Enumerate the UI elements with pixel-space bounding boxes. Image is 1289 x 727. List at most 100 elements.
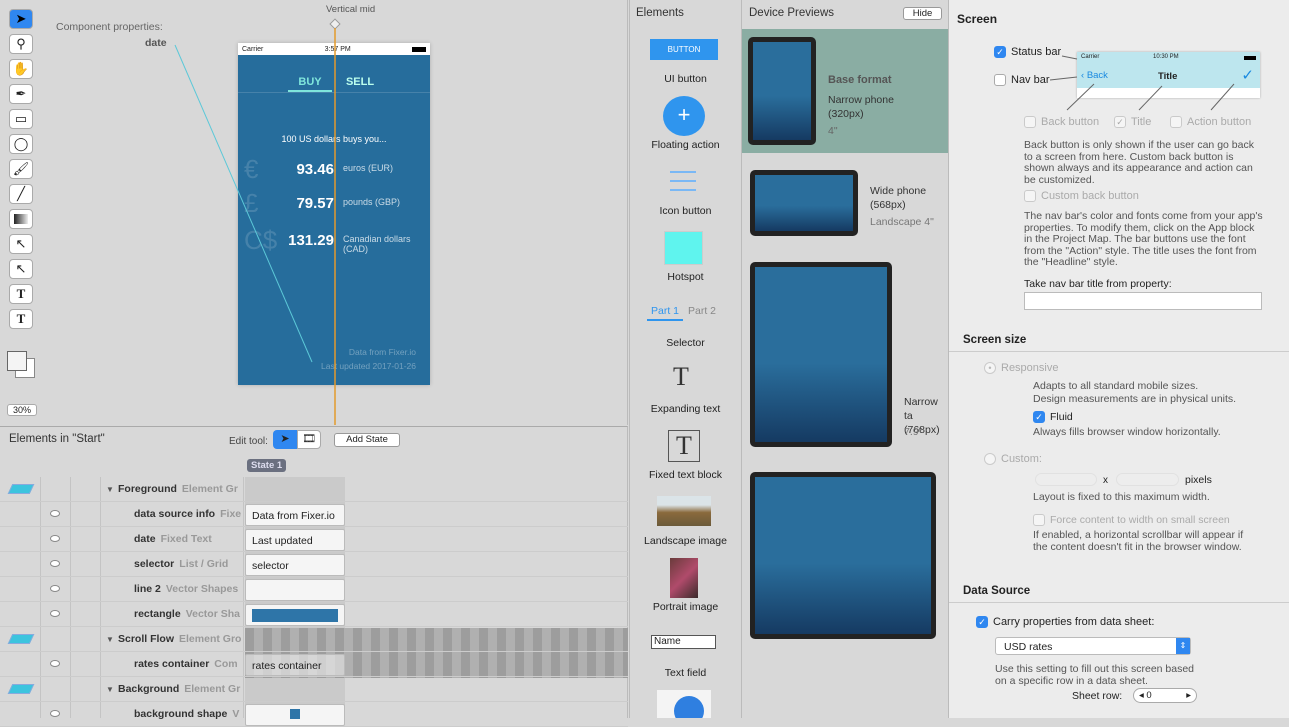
- custom-label: Custom:: [1001, 453, 1042, 465]
- state-cell[interactable]: selector: [245, 554, 345, 576]
- custom-radio[interactable]: Custom:: [984, 453, 1042, 466]
- element-type: Com: [214, 658, 238, 670]
- floating-action-icon[interactable]: +: [663, 96, 705, 136]
- web-icon[interactable]: [657, 690, 711, 718]
- state-cell[interactable]: Last updated: [245, 529, 345, 551]
- ui-button-label[interactable]: UI button: [630, 73, 741, 85]
- hamburger-icon[interactable]: [670, 171, 696, 191]
- state-cell[interactable]: [245, 579, 345, 601]
- sheet-row-stepper[interactable]: ◂ 0 ▸: [1133, 688, 1197, 703]
- elements-library: Elements BUTTON UI button + Floating act…: [629, 0, 740, 718]
- carry-properties-checkbox[interactable]: ✓ Carry properties from data sheet:: [976, 616, 1154, 629]
- data-source-heading: Data Source: [963, 585, 1031, 597]
- icon-button-label[interactable]: Icon button: [630, 205, 741, 217]
- custom-back-checkbox[interactable]: Custom back button: [1024, 190, 1139, 203]
- title-prop-input[interactable]: [1024, 292, 1262, 310]
- selector-part2[interactable]: Part 2: [688, 305, 716, 317]
- fixed-text-icon[interactable]: T: [668, 430, 700, 462]
- state-cell[interactable]: Data from Fixer.io: [245, 504, 345, 526]
- custom-height-stepper[interactable]: [1116, 473, 1179, 486]
- state-cell[interactable]: [245, 704, 345, 726]
- back-button-label: Back button: [1041, 116, 1100, 128]
- edit-tool-select-button[interactable]: ➤: [273, 430, 297, 449]
- add-state-button[interactable]: Add State: [334, 433, 400, 447]
- edit-tool-label: Edit tool:: [229, 436, 268, 447]
- fluid-checkbox[interactable]: ✓ Fluid: [1033, 411, 1073, 424]
- expanding-text-label[interactable]: Expanding text: [630, 403, 741, 415]
- state-badge[interactable]: State 1: [247, 459, 287, 472]
- action-button-checkbox[interactable]: Action button: [1170, 116, 1252, 129]
- element-name: rectangle Vector Sha: [134, 608, 240, 620]
- divider: [949, 351, 1289, 352]
- element-name: data source info Fixe: [134, 508, 241, 520]
- layer-group-icon: [7, 684, 35, 694]
- selector-part1[interactable]: Part 1: [647, 305, 684, 321]
- visibility-eye-icon[interactable]: [50, 660, 60, 667]
- floating-action-label[interactable]: Floating action: [630, 139, 741, 151]
- visibility-eye-icon[interactable]: [50, 510, 60, 517]
- selector-label[interactable]: Selector: [630, 337, 741, 349]
- portrait-image-thumbnail[interactable]: [670, 558, 698, 598]
- element-row[interactable]: selector List / Grid selector: [0, 552, 628, 577]
- landscape-image-label[interactable]: Landscape image: [630, 535, 741, 547]
- device-previews-panel: Device Previews Hide Base format Narrow …: [741, 0, 949, 718]
- element-row[interactable]: ▼ Scroll Flow Element Gro: [0, 627, 628, 652]
- device-name: Wide phone (568px): [870, 185, 927, 211]
- visibility-eye-icon[interactable]: [50, 610, 60, 617]
- custom-width-stepper[interactable]: [1035, 473, 1097, 486]
- element-row[interactable]: data source info Fixe Data from Fixer.io: [0, 502, 628, 527]
- ui-button-preview[interactable]: BUTTON: [650, 39, 718, 60]
- text-field-label[interactable]: Text field: [630, 667, 741, 679]
- responsive-radio[interactable]: • Responsive: [984, 362, 1059, 375]
- device-thumbnail[interactable]: [748, 37, 816, 145]
- element-row[interactable]: line 2 Vector Shapes: [0, 577, 628, 602]
- element-row[interactable]: background shape V: [0, 702, 628, 727]
- state-cell[interactable]: rates container: [245, 654, 345, 676]
- force-width-checkbox[interactable]: Force content to width on small screen: [1033, 514, 1230, 527]
- device-thumbnail[interactable]: [750, 262, 892, 447]
- visibility-eye-icon[interactable]: [50, 560, 60, 567]
- canvas[interactable]: ➤ ⚲ ✋ ✒ ▭ ◯ 🖌 ╱ ↖ ↖ T T 30% Component pr…: [0, 0, 628, 425]
- expanding-text-icon[interactable]: T: [673, 362, 689, 392]
- device-size: 4": [828, 125, 838, 137]
- disclosure-triangle-icon[interactable]: ▼: [106, 485, 114, 494]
- back-button-checkbox[interactable]: Back button: [1024, 116, 1100, 129]
- element-row[interactable]: ▼ Background Element Gr: [0, 677, 628, 702]
- element-row[interactable]: date Fixed Text Last updated: [0, 527, 628, 552]
- custom-back-label: Custom back button: [1041, 190, 1139, 202]
- data-source-help: Use this setting to fill out this screen…: [995, 663, 1195, 687]
- text-field-preview[interactable]: Name: [651, 635, 716, 649]
- title-label: Title: [1131, 116, 1152, 128]
- fixed-text-label[interactable]: Fixed text block: [630, 469, 741, 481]
- disclosure-triangle-icon[interactable]: ▼: [106, 635, 114, 644]
- title-prop-label: Take nav bar title from property:: [1024, 278, 1172, 290]
- hide-button[interactable]: Hide: [903, 7, 942, 20]
- title-checkbox[interactable]: ✓ Title: [1114, 116, 1152, 129]
- device-thumbnail[interactable]: [750, 472, 936, 639]
- visibility-eye-icon[interactable]: [50, 710, 60, 717]
- state-cell[interactable]: [245, 604, 345, 626]
- portrait-image-label[interactable]: Portrait image: [630, 601, 741, 613]
- sheet-row-label: Sheet row:: [1072, 690, 1123, 702]
- edit-tool-tape-button[interactable]: 🎞: [297, 430, 321, 449]
- visibility-eye-icon[interactable]: [50, 585, 60, 592]
- data-sheet-select[interactable]: USD rates ⇕: [995, 637, 1191, 655]
- element-row[interactable]: rectangle Vector Sha: [0, 602, 628, 627]
- panel-title: Elements in "Start": [9, 433, 105, 445]
- screen-inspector: Screen ✓ Status bar Nav bar Carrier 10:30…: [948, 0, 1289, 718]
- device-thumbnail[interactable]: [750, 170, 858, 236]
- disclosure-triangle-icon[interactable]: ▼: [106, 685, 114, 694]
- element-type: Vector Sha: [185, 608, 240, 620]
- x-label: x: [1103, 475, 1108, 486]
- landscape-image-thumbnail[interactable]: [657, 496, 711, 526]
- responsive-label: Responsive: [1001, 362, 1059, 374]
- hotspot-icon[interactable]: [664, 231, 703, 265]
- visibility-eye-icon[interactable]: [50, 535, 60, 542]
- responsive-help: Adapts to all standard mobile sizes. Des…: [1033, 380, 1237, 405]
- action-button-label: Action button: [1187, 116, 1252, 128]
- hotspot-label[interactable]: Hotspot: [630, 271, 741, 283]
- element-row[interactable]: rates container Com rates container: [0, 652, 628, 677]
- state-value: Data from Fixer.io: [252, 510, 335, 522]
- element-row[interactable]: ▼ Foreground Element Gr: [0, 477, 628, 502]
- state-value: Last updated: [252, 535, 313, 547]
